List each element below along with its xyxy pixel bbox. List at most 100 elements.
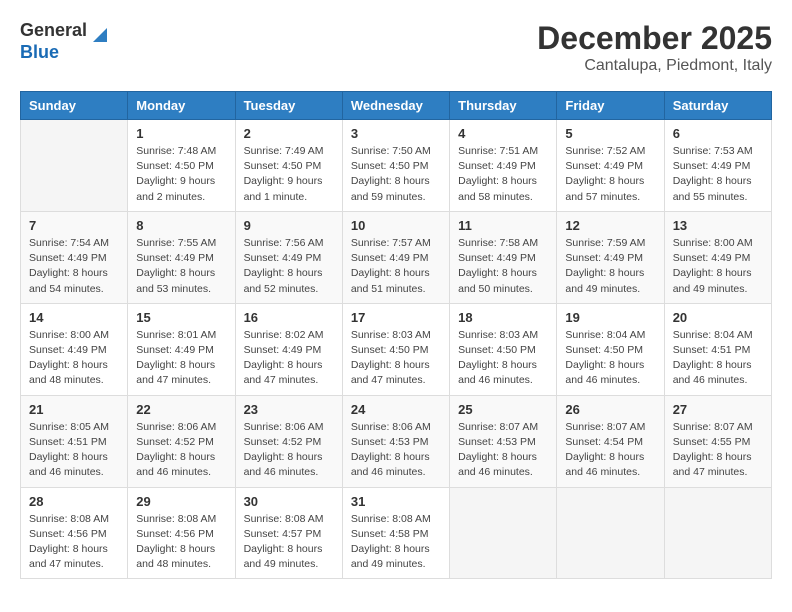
day-number: 5 xyxy=(565,126,655,141)
col-header-friday: Friday xyxy=(557,92,664,120)
calendar-cell: 19 Sunrise: 8:04 AMSunset: 4:50 PMDayligh… xyxy=(557,303,664,395)
calendar-cell xyxy=(664,487,771,579)
calendar-cell: 11 Sunrise: 7:58 AMSunset: 4:49 PMDayligh… xyxy=(450,211,557,303)
day-number: 16 xyxy=(244,310,334,325)
calendar-week-row: 1Sunrise: 7:48 AMSunset: 4:50 PMDaylight… xyxy=(21,120,772,212)
calendar-cell: 29Sunrise: 8:08 AMSunset: 4:56 PMDayligh… xyxy=(128,487,235,579)
col-header-tuesday: Tuesday xyxy=(235,92,342,120)
calendar-cell: 15Sunrise: 8:01 AMSunset: 4:49 PMDayligh… xyxy=(128,303,235,395)
logo-text-block: General Blue xyxy=(20,20,87,63)
day-info: Sunrise: 8:04 AMSunset: 4:50 PMDaylight:… xyxy=(565,328,655,389)
calendar-cell xyxy=(450,487,557,579)
day-number: 23 xyxy=(244,402,334,417)
day-info: Sunrise: 7:55 AMSunset: 4:49 PMDaylight:… xyxy=(136,236,226,297)
calendar-cell: 12 Sunrise: 7:59 AMSunset: 4:49 PMDayligh… xyxy=(557,211,664,303)
day-info: Sunrise: 8:03 AMSunset: 4:50 PMDaylight:… xyxy=(458,328,548,389)
day-info: Sunrise: 8:08 AMSunset: 4:57 PMDaylight:… xyxy=(244,512,334,573)
calendar-cell: 23 Sunrise: 8:06 AMSunset: 4:52 PMDayligh… xyxy=(235,395,342,487)
calendar-cell: 8 Sunrise: 7:55 AMSunset: 4:49 PMDaylight… xyxy=(128,211,235,303)
day-info: Sunrise: 8:07 AMSunset: 4:55 PMDaylight:… xyxy=(673,420,763,481)
day-info: Sunrise: 8:04 AMSunset: 4:51 PMDaylight:… xyxy=(673,328,763,389)
day-number: 29 xyxy=(136,494,226,509)
calendar-cell: 13 Sunrise: 8:00 AMSunset: 4:49 PMDayligh… xyxy=(664,211,771,303)
calendar-cell: 26Sunrise: 8:07 AMSunset: 4:54 PMDayligh… xyxy=(557,395,664,487)
day-number: 2 xyxy=(244,126,334,141)
calendar-cell: 4 Sunrise: 7:51 AMSunset: 4:49 PMDaylight… xyxy=(450,120,557,212)
calendar-cell: 24 Sunrise: 8:06 AMSunset: 4:53 PMDayligh… xyxy=(342,395,449,487)
day-number: 19 xyxy=(565,310,655,325)
calendar-cell: 27 Sunrise: 8:07 AMSunset: 4:55 PMDayligh… xyxy=(664,395,771,487)
calendar-cell: 9Sunrise: 7:56 AMSunset: 4:49 PMDaylight… xyxy=(235,211,342,303)
col-header-saturday: Saturday xyxy=(664,92,771,120)
calendar-cell: 16 Sunrise: 8:02 AMSunset: 4:49 PMDayligh… xyxy=(235,303,342,395)
calendar-cell: 28 Sunrise: 8:08 AMSunset: 4:56 PMDayligh… xyxy=(21,487,128,579)
day-info: Sunrise: 8:06 AMSunset: 4:52 PMDaylight:… xyxy=(136,420,226,481)
day-info: Sunrise: 8:03 AMSunset: 4:50 PMDaylight:… xyxy=(351,328,441,389)
title-area: December 2025 Cantalupa, Piedmont, Italy xyxy=(537,20,772,75)
day-info: Sunrise: 8:00 AMSunset: 4:49 PMDaylight:… xyxy=(673,236,763,297)
calendar-cell: 6Sunrise: 7:53 AMSunset: 4:49 PMDaylight… xyxy=(664,120,771,212)
calendar-cell: 14Sunrise: 8:00 AMSunset: 4:49 PMDayligh… xyxy=(21,303,128,395)
calendar-cell xyxy=(21,120,128,212)
day-info: Sunrise: 7:49 AMSunset: 4:50 PMDaylight:… xyxy=(244,144,334,205)
month-title: December 2025 xyxy=(537,20,772,57)
calendar-cell xyxy=(557,487,664,579)
day-number: 12 xyxy=(565,218,655,233)
calendar-cell: 3Sunrise: 7:50 AMSunset: 4:50 PMDaylight… xyxy=(342,120,449,212)
day-number: 20 xyxy=(673,310,763,325)
calendar-cell: 17 Sunrise: 8:03 AMSunset: 4:50 PMDayligh… xyxy=(342,303,449,395)
calendar-cell: 22 Sunrise: 8:06 AMSunset: 4:52 PMDayligh… xyxy=(128,395,235,487)
calendar-cell: 10 Sunrise: 7:57 AMSunset: 4:49 PMDayligh… xyxy=(342,211,449,303)
day-info: Sunrise: 7:53 AMSunset: 4:49 PMDaylight:… xyxy=(673,144,763,205)
day-info: Sunrise: 8:06 AMSunset: 4:52 PMDaylight:… xyxy=(244,420,334,481)
day-info: Sunrise: 7:54 AMSunset: 4:49 PMDaylight:… xyxy=(29,236,119,297)
day-number: 7 xyxy=(29,218,119,233)
day-number: 1 xyxy=(136,126,226,141)
col-header-monday: Monday xyxy=(128,92,235,120)
calendar-week-row: 7 Sunrise: 7:54 AMSunset: 4:49 PMDaylight… xyxy=(21,211,772,303)
day-info: Sunrise: 8:07 AMSunset: 4:53 PMDaylight:… xyxy=(458,420,548,481)
day-info: Sunrise: 8:08 AMSunset: 4:56 PMDaylight:… xyxy=(29,512,119,573)
day-info: Sunrise: 8:00 AMSunset: 4:49 PMDaylight:… xyxy=(29,328,119,389)
day-info: Sunrise: 8:06 AMSunset: 4:53 PMDaylight:… xyxy=(351,420,441,481)
day-info: Sunrise: 7:52 AMSunset: 4:49 PMDaylight:… xyxy=(565,144,655,205)
calendar-week-row: 21 Sunrise: 8:05 AMSunset: 4:51 PMDayligh… xyxy=(21,395,772,487)
day-info: Sunrise: 7:58 AMSunset: 4:49 PMDaylight:… xyxy=(458,236,548,297)
day-info: Sunrise: 8:07 AMSunset: 4:54 PMDaylight:… xyxy=(565,420,655,481)
calendar-cell: 1Sunrise: 7:48 AMSunset: 4:50 PMDaylight… xyxy=(128,120,235,212)
calendar-cell: 31Sunrise: 8:08 AMSunset: 4:58 PMDayligh… xyxy=(342,487,449,579)
calendar-table: SundayMondayTuesdayWednesdayThursdayFrid… xyxy=(20,91,772,579)
calendar-cell: 2 Sunrise: 7:49 AMSunset: 4:50 PMDaylight… xyxy=(235,120,342,212)
day-number: 4 xyxy=(458,126,548,141)
day-number: 30 xyxy=(244,494,334,509)
calendar-cell: 25Sunrise: 8:07 AMSunset: 4:53 PMDayligh… xyxy=(450,395,557,487)
day-number: 13 xyxy=(673,218,763,233)
day-number: 21 xyxy=(29,402,119,417)
day-info: Sunrise: 7:57 AMSunset: 4:49 PMDaylight:… xyxy=(351,236,441,297)
day-number: 24 xyxy=(351,402,441,417)
day-number: 10 xyxy=(351,218,441,233)
col-header-thursday: Thursday xyxy=(450,92,557,120)
day-info: Sunrise: 7:59 AMSunset: 4:49 PMDaylight:… xyxy=(565,236,655,297)
calendar-week-row: 28 Sunrise: 8:08 AMSunset: 4:56 PMDayligh… xyxy=(21,487,772,579)
calendar-cell: 18Sunrise: 8:03 AMSunset: 4:50 PMDayligh… xyxy=(450,303,557,395)
logo-general: General xyxy=(20,20,87,42)
location-subtitle: Cantalupa, Piedmont, Italy xyxy=(537,57,772,75)
day-number: 17 xyxy=(351,310,441,325)
day-number: 3 xyxy=(351,126,441,141)
day-number: 11 xyxy=(458,218,548,233)
day-number: 8 xyxy=(136,218,226,233)
day-number: 31 xyxy=(351,494,441,509)
day-info: Sunrise: 8:02 AMSunset: 4:49 PMDaylight:… xyxy=(244,328,334,389)
day-info: Sunrise: 8:05 AMSunset: 4:51 PMDaylight:… xyxy=(29,420,119,481)
col-header-sunday: Sunday xyxy=(21,92,128,120)
logo: General Blue xyxy=(20,20,111,63)
day-number: 15 xyxy=(136,310,226,325)
day-number: 27 xyxy=(673,402,763,417)
day-number: 28 xyxy=(29,494,119,509)
day-number: 22 xyxy=(136,402,226,417)
calendar-week-row: 14Sunrise: 8:00 AMSunset: 4:49 PMDayligh… xyxy=(21,303,772,395)
calendar-cell: 20 Sunrise: 8:04 AMSunset: 4:51 PMDayligh… xyxy=(664,303,771,395)
calendar-cell: 5 Sunrise: 7:52 AMSunset: 4:49 PMDaylight… xyxy=(557,120,664,212)
day-info: Sunrise: 7:51 AMSunset: 4:49 PMDaylight:… xyxy=(458,144,548,205)
